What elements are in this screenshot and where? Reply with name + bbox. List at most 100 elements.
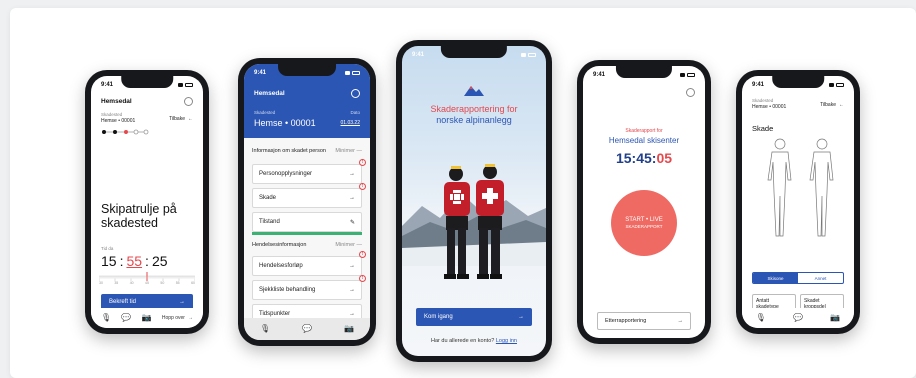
item-label: Tidspunkter xyxy=(259,311,291,317)
button-label: Etterrapportering xyxy=(605,318,647,324)
arrow-left-icon: ← xyxy=(188,116,193,122)
item-label: Hendelsesforløp xyxy=(259,263,303,269)
profile-icon[interactable] xyxy=(184,97,193,106)
clock-hours-minutes: 15:45: xyxy=(615,150,657,166)
button-label: Kom igang xyxy=(424,314,453,320)
arrow-right-icon: → xyxy=(179,299,185,305)
minimize-toggle[interactable]: Minimer — xyxy=(335,148,362,154)
progress-bar-complete xyxy=(252,232,362,235)
status-bar: 9:41 xyxy=(752,80,844,90)
arrow-left-icon: ← xyxy=(839,102,844,108)
toggle-option-skisone[interactable]: Skisone xyxy=(753,273,798,283)
hero-title-line2: norske alpinanlegg xyxy=(436,115,512,125)
signal-battery-icon xyxy=(521,53,536,57)
screen: 9:41 Skadested Hemse • 00001 Tilbake ← S… xyxy=(742,76,854,328)
ruler-labels: 30 35 40 45 50 55 60 xyxy=(99,281,195,285)
status-time: 9:41 xyxy=(101,82,114,88)
arrow-right-icon: → xyxy=(349,171,355,177)
section-event-header[interactable]: Hendelsesinformasjon Minimer — xyxy=(252,242,362,248)
station-label: Skadested xyxy=(101,112,123,117)
showcase-card: 9:41 Hemsedal Skadested Hemse • 00001 Ti… xyxy=(10,8,916,378)
camera-icon[interactable]: 📷 xyxy=(344,325,354,333)
chat-icon[interactable]: 💬 xyxy=(302,325,312,333)
alert-icon: ! xyxy=(359,159,366,166)
signal-battery-icon xyxy=(178,83,193,87)
area-toggle[interactable]: Skisone Annet xyxy=(752,272,844,284)
date-value[interactable]: 01.03.22 xyxy=(341,120,360,126)
profile-icon[interactable] xyxy=(686,88,695,97)
item-label: Skade xyxy=(259,195,277,201)
screen: 9:41 Hemsedal Skadested Hemse • 00001 Ti… xyxy=(91,76,203,328)
ruler-tick-label: 35 xyxy=(114,281,119,285)
station-value: Hemse • 00001 xyxy=(752,104,787,110)
back-link[interactable]: Tilbake ← xyxy=(169,116,193,122)
screen: 9:41 Hemsedal Skadested Hemse • 00001 Da… xyxy=(244,64,370,340)
arrow-right-icon: → xyxy=(518,314,524,320)
status-time: 9:41 xyxy=(254,70,267,76)
resort-name: Hemsedal skisenter xyxy=(608,136,680,145)
time-hours[interactable]: 15 xyxy=(101,253,117,269)
start-sublabel: SKADERAPPORT xyxy=(625,224,663,229)
chat-icon[interactable]: 💬 xyxy=(793,314,803,322)
phone-injury-body-map: 9:41 Skadested Hemse • 00001 Tilbake ← S… xyxy=(736,70,860,334)
item-label: Tilstand xyxy=(259,219,280,225)
status-time: 9:41 xyxy=(593,72,606,78)
list-item-hendelsesforlop[interactable]: Hendelsesforløp → xyxy=(252,256,362,276)
skip-link[interactable]: Hopp over → xyxy=(162,315,193,321)
minimize-toggle[interactable]: Minimer — xyxy=(335,242,362,248)
camera-icon[interactable]: 📷 xyxy=(142,314,152,322)
progress-stepper xyxy=(102,129,149,135)
section-title: Informasjon om skadet person xyxy=(252,148,326,154)
status-bar: 9:41 xyxy=(412,50,536,60)
ruler-tick-label: 60 xyxy=(191,281,195,285)
arrow-right-icon: → xyxy=(349,287,355,293)
screen: 9:41 Skaderapport for Hemsedal skisenter… xyxy=(583,66,705,338)
item-label: Sjekkliste behandling xyxy=(259,287,316,293)
phone-welcome: 9:41 Skaderapportering for norske alpina… xyxy=(396,40,552,362)
post-report-button[interactable]: Etterrapportering → xyxy=(597,312,691,330)
arrow-right-icon: → xyxy=(187,315,193,321)
list-item-personopplysninger[interactable]: Personopplysninger → xyxy=(252,164,362,184)
time-seconds[interactable]: 25 xyxy=(152,253,168,269)
time-picker[interactable]: 15: 55: 25 xyxy=(101,253,168,269)
station-label: Skadested xyxy=(752,98,774,103)
alert-icon: ! xyxy=(359,275,366,282)
body-diagram[interactable] xyxy=(758,136,844,248)
time-minutes[interactable]: 55 xyxy=(126,253,142,269)
signal-battery-icon xyxy=(829,83,844,87)
bottom-toolbar: 🎙 💬 📷 xyxy=(742,308,854,328)
section-title: Hendelsesinformasjon xyxy=(252,242,307,248)
subtitle: Skaderapport for xyxy=(625,128,663,134)
step-todo xyxy=(133,129,139,135)
get-started-button[interactable]: Kom igang → xyxy=(416,308,532,326)
arrow-right-icon: → xyxy=(349,311,355,317)
list-item-skade[interactable]: Skade → xyxy=(252,188,362,208)
hero-title-line1: Skaderapportering for xyxy=(430,104,518,114)
back-label: Tilbake xyxy=(169,116,185,122)
back-link[interactable]: Tilbake ← xyxy=(820,102,844,108)
screen: 9:41 Skaderapportering for norske alpina… xyxy=(402,46,546,356)
status-bar: 9:41 xyxy=(593,70,695,80)
section-person-header[interactable]: Informasjon om skadet person Minimer — xyxy=(252,148,362,154)
arrow-right-icon: → xyxy=(677,318,684,324)
alert-icon: ! xyxy=(359,251,366,258)
arrow-right-icon: → xyxy=(349,195,355,201)
mic-icon[interactable]: 🎙 xyxy=(101,314,111,322)
mic-icon[interactable]: 🎙 xyxy=(756,314,766,322)
chat-icon[interactable]: 💬 xyxy=(121,314,131,322)
skip-label: Hopp over xyxy=(161,315,185,321)
list-item-tilstand[interactable]: Tilstand ✎ xyxy=(252,212,362,232)
list-item-sjekkliste[interactable]: Sjekkliste behandling → xyxy=(252,280,362,300)
profile-icon[interactable] xyxy=(351,89,360,98)
phone-report-overview: 9:41 Hemsedal Skadested Hemse • 00001 Da… xyxy=(238,58,376,346)
phone-time-registration: 9:41 Hemsedal Skadested Hemse • 00001 Ti… xyxy=(85,70,209,334)
login-link[interactable]: Logg inn xyxy=(496,338,517,344)
arrow-right-icon: → xyxy=(349,263,355,269)
status-time: 9:41 xyxy=(752,82,765,88)
start-live-report-button[interactable]: START • LIVE SKADERAPPORT xyxy=(611,190,677,256)
camera-icon[interactable]: 📷 xyxy=(830,314,840,322)
toggle-option-annet[interactable]: Annet xyxy=(798,273,843,283)
station-value: Hemse • 00001 xyxy=(254,118,316,128)
status-time: 9:41 xyxy=(412,52,425,58)
mic-icon[interactable]: 🎙 xyxy=(260,325,270,333)
